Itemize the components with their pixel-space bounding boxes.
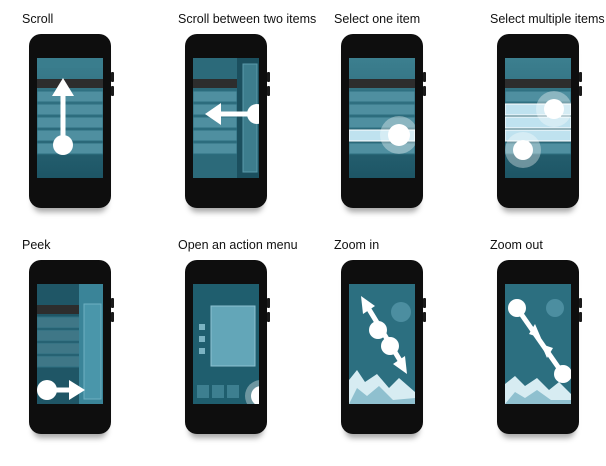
gesture-label: Scroll <box>22 12 54 26</box>
zoom-in-gesture-graphic <box>349 284 415 404</box>
action-menu-gesture-graphic <box>193 284 259 404</box>
side-button <box>111 72 114 82</box>
scroll-gesture-graphic <box>37 58 103 155</box>
gesture-cell-peek: Peek <box>22 238 172 466</box>
side-button <box>267 86 270 96</box>
phone-illustration <box>497 260 582 434</box>
gesture-label: Zoom out <box>490 238 543 252</box>
select-multiple-gesture-graphic <box>505 79 571 168</box>
side-button <box>423 298 426 308</box>
gesture-label: Select one item <box>334 12 421 26</box>
phone-illustration <box>185 34 270 208</box>
phone-illustration <box>29 260 114 434</box>
side-button <box>111 298 114 308</box>
phone-illustration <box>341 34 426 208</box>
phone-screen <box>193 58 259 178</box>
scroll-between-gesture-graphic <box>193 58 259 178</box>
phone-screen <box>505 284 571 404</box>
side-button <box>267 312 270 322</box>
peek-gesture-graphic <box>37 284 103 404</box>
gesture-cell-select-one: Select one item <box>334 12 484 240</box>
side-button <box>579 86 582 96</box>
phone-illustration <box>341 260 426 434</box>
phone-screen <box>349 284 415 404</box>
side-button <box>423 72 426 82</box>
gesture-cell-scroll: Scroll <box>22 12 172 240</box>
phone-illustration <box>185 260 270 434</box>
zoom-out-gesture-graphic <box>505 284 571 404</box>
gesture-label: Scroll between two items <box>178 12 317 26</box>
side-button <box>111 86 114 96</box>
gesture-cell-action-menu: Open an action menu <box>178 238 328 466</box>
phone-screen <box>505 58 571 178</box>
gesture-label: Peek <box>22 238 51 252</box>
side-button <box>579 312 582 322</box>
phone-screen <box>349 58 415 178</box>
side-button <box>267 72 270 82</box>
side-button <box>111 312 114 322</box>
select-one-gesture-graphic <box>349 79 415 155</box>
phone-screen <box>193 284 259 404</box>
gesture-label: Zoom in <box>334 238 380 252</box>
side-button <box>579 72 582 82</box>
phone-illustration <box>497 34 582 208</box>
side-button <box>267 298 270 308</box>
side-button <box>423 312 426 322</box>
phone-screen <box>37 58 103 178</box>
gesture-cell-zoom-out: Zoom out <box>490 238 606 466</box>
side-button <box>579 298 582 308</box>
gesture-cell-scroll-between: Scroll between two items <box>178 12 328 240</box>
side-button <box>423 86 426 96</box>
gesture-label: Open an action menu <box>178 238 298 252</box>
gesture-cell-select-multiple: Select multiple items <box>490 12 606 240</box>
gesture-label: Select multiple items <box>490 12 605 26</box>
phone-illustration <box>29 34 114 208</box>
gesture-cell-zoom-in: Zoom in <box>334 238 484 466</box>
phone-screen <box>37 284 103 404</box>
